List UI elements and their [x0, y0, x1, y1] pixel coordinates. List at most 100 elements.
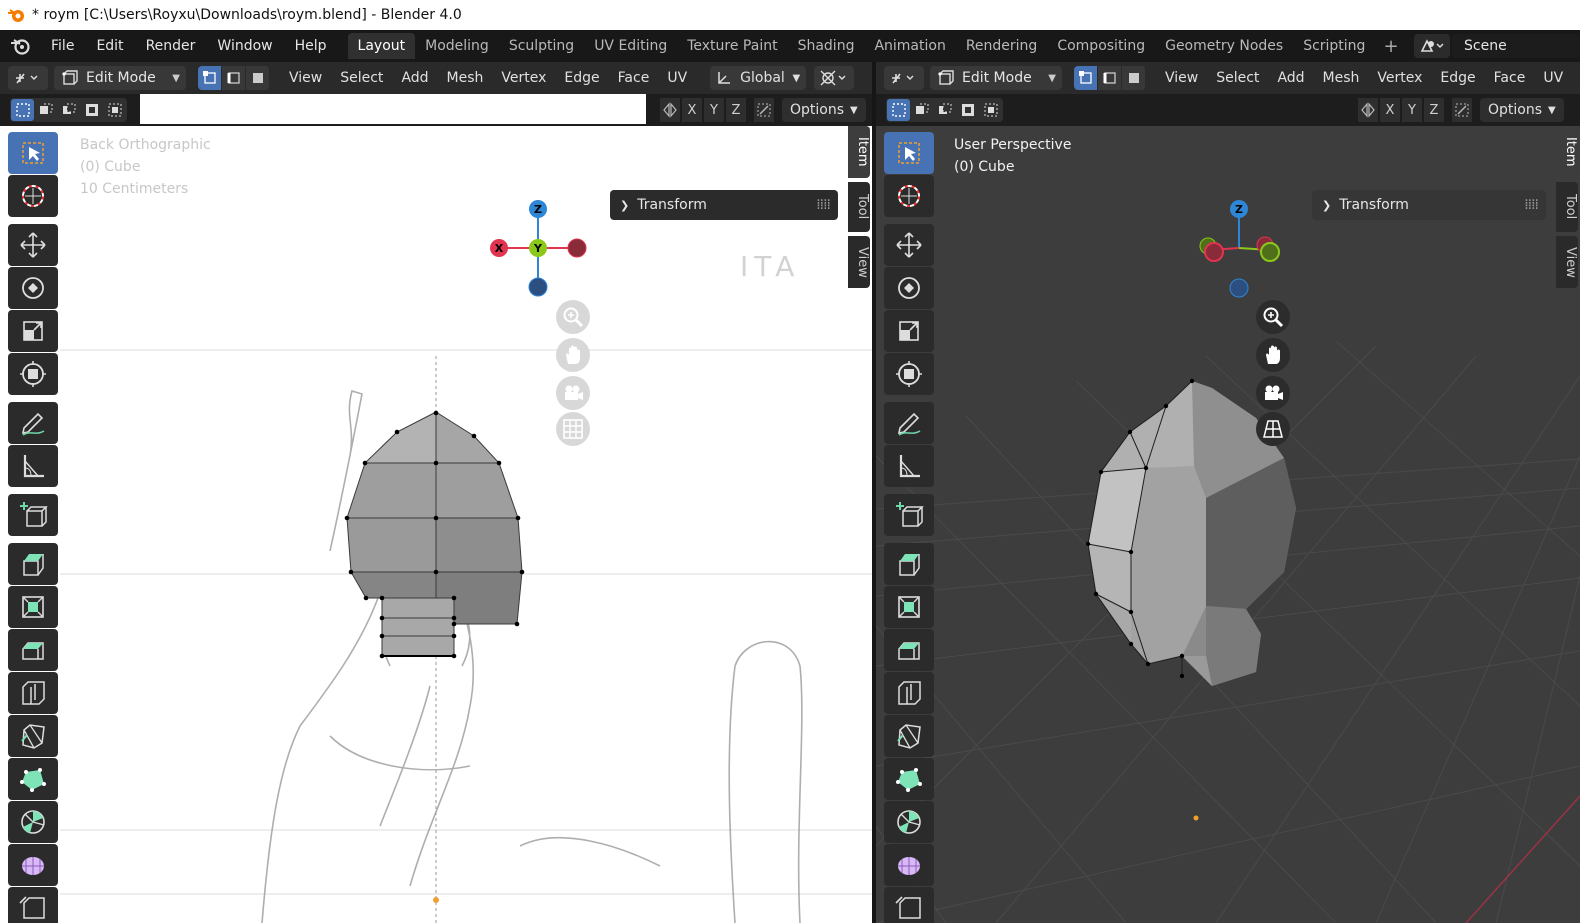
viewport-canvas-left[interactable]: ITA [0, 126, 872, 923]
tab-modeling[interactable]: Modeling [415, 33, 499, 59]
menu-face[interactable]: Face [1485, 70, 1535, 86]
add-cube-tool[interactable] [884, 494, 934, 536]
mirror-icon[interactable] [660, 98, 680, 122]
cursor-tool[interactable] [8, 175, 58, 217]
select-invert-icon[interactable] [80, 99, 103, 121]
menu-add[interactable]: Add [1268, 70, 1313, 86]
face-select-icon[interactable] [246, 66, 270, 90]
add-cube-tool[interactable] [8, 494, 58, 536]
tab-texture-paint[interactable]: Texture Paint [677, 33, 787, 59]
mode-dropdown[interactable]: Edit Mode ▼ [54, 66, 186, 90]
tab-sculpting[interactable]: Sculpting [499, 33, 584, 59]
navigation-gizmo-left[interactable]: Z X Y [486, 198, 590, 302]
transform-tool[interactable] [884, 353, 934, 395]
knife-tool[interactable] [884, 715, 934, 757]
options-dropdown[interactable]: Options ▼ [1480, 98, 1564, 122]
drag-handle-icon[interactable]: ⁞⁞⁞⁞ [816, 197, 831, 213]
zoom-icon[interactable] [1256, 300, 1290, 334]
menu-select[interactable]: Select [331, 70, 392, 86]
menu-vertex[interactable]: Vertex [492, 70, 555, 86]
bevel-tool[interactable] [884, 629, 934, 671]
snap-icon[interactable] [754, 98, 774, 122]
camera-view-icon[interactable] [556, 376, 590, 410]
viewport-left[interactable]: Edit Mode ▼ View Select Add Mesh Vertex … [0, 62, 872, 923]
bevel-tool[interactable] [8, 629, 58, 671]
select-new-icon[interactable] [11, 99, 34, 121]
select-box-tool[interactable] [8, 132, 58, 174]
menu-window[interactable]: Window [206, 30, 283, 62]
transform-panel-left[interactable]: ❯ Transform ⁞⁞⁞⁞ [610, 190, 838, 220]
drag-handle-icon[interactable]: ⁞⁞⁞⁞ [1524, 197, 1539, 213]
menu-add[interactable]: Add [392, 70, 437, 86]
menu-select[interactable]: Select [1207, 70, 1268, 86]
tab-animation[interactable]: Animation [864, 33, 955, 59]
snap-icon[interactable] [1452, 98, 1472, 122]
hand-pan-icon[interactable] [1256, 338, 1290, 372]
menu-edge[interactable]: Edge [1431, 70, 1484, 86]
rotate-tool[interactable] [8, 267, 58, 309]
loop-cut-tool[interactable] [8, 672, 58, 714]
transform-tool[interactable] [8, 353, 58, 395]
measure-tool[interactable] [8, 445, 58, 487]
menu-vertex[interactable]: Vertex [1368, 70, 1431, 86]
annotate-tool[interactable] [884, 402, 934, 444]
mirror-x-toggle[interactable]: X [682, 98, 702, 122]
tab-uv-editing[interactable]: UV Editing [584, 33, 677, 59]
smooth-tool[interactable] [884, 844, 934, 886]
navigation-gizmo-right[interactable]: Z [1190, 198, 1290, 302]
menu-mesh[interactable]: Mesh [1314, 70, 1369, 86]
vertex-select-icon[interactable] [1074, 66, 1098, 90]
rotate-tool[interactable] [884, 267, 934, 309]
spin-tool[interactable] [8, 801, 58, 843]
orientation-dropdown[interactable]: Global ▼ [710, 66, 807, 90]
select-extend-icon[interactable] [34, 99, 57, 121]
scale-tool[interactable] [884, 310, 934, 352]
tab-layout[interactable]: Layout [347, 33, 416, 59]
select-intersect-icon[interactable] [979, 99, 1002, 121]
tab-geometry-nodes[interactable]: Geometry Nodes [1155, 33, 1293, 59]
sidebar-tab-item[interactable]: Item [1556, 126, 1578, 178]
editor-type-icon[interactable] [884, 66, 924, 90]
hand-pan-icon[interactable] [556, 338, 590, 372]
face-select-icon[interactable] [1122, 66, 1146, 90]
extrude-region-tool[interactable] [8, 543, 58, 585]
mirror-z-toggle[interactable]: Z [726, 98, 746, 122]
extrude-region-tool[interactable] [884, 543, 934, 585]
spin-tool[interactable] [884, 801, 934, 843]
editor-type-icon[interactable] [8, 66, 48, 90]
poly-build-tool[interactable] [8, 758, 58, 800]
menu-file[interactable]: File [40, 30, 85, 62]
menu-uv[interactable]: UV [658, 70, 696, 86]
select-intersect-icon[interactable] [103, 99, 126, 121]
menu-uv[interactable]: UV [1534, 70, 1572, 86]
menu-help[interactable]: Help [284, 30, 338, 62]
smooth-tool[interactable] [8, 844, 58, 886]
mirror-y-toggle[interactable]: Y [1402, 98, 1422, 122]
viewport-right[interactable]: Edit Mode ▼ View Select Add Mesh Vertex … [876, 62, 1580, 923]
menu-view[interactable]: View [1156, 70, 1207, 86]
pivot-point-dropdown[interactable] [814, 66, 855, 90]
blender-menu-icon[interactable] [0, 36, 40, 56]
sidebar-tab-view[interactable]: View [1556, 236, 1578, 288]
scale-tool[interactable] [8, 310, 58, 352]
select-invert-icon[interactable] [956, 99, 979, 121]
grid-view-icon[interactable] [556, 412, 590, 446]
zoom-icon[interactable] [556, 300, 590, 334]
sidebar-tab-item[interactable]: Item [848, 126, 870, 178]
loop-cut-tool[interactable] [884, 672, 934, 714]
menu-face[interactable]: Face [609, 70, 659, 86]
inset-faces-tool[interactable] [8, 586, 58, 628]
select-subtract-icon[interactable] [933, 99, 956, 121]
inset-faces-tool[interactable] [884, 586, 934, 628]
tab-rendering[interactable]: Rendering [956, 33, 1048, 59]
select-subtract-icon[interactable] [57, 99, 80, 121]
select-box-tool[interactable] [884, 132, 934, 174]
gizmo-x-axis[interactable] [1204, 242, 1224, 262]
edge-slide-tool[interactable] [884, 887, 934, 923]
scene-icon[interactable] [1414, 34, 1450, 58]
poly-build-tool[interactable] [884, 758, 934, 800]
edge-select-icon[interactable] [1098, 66, 1122, 90]
mode-dropdown[interactable]: Edit Mode ▼ [930, 66, 1062, 90]
cursor-tool[interactable] [884, 175, 934, 217]
select-extend-icon[interactable] [910, 99, 933, 121]
